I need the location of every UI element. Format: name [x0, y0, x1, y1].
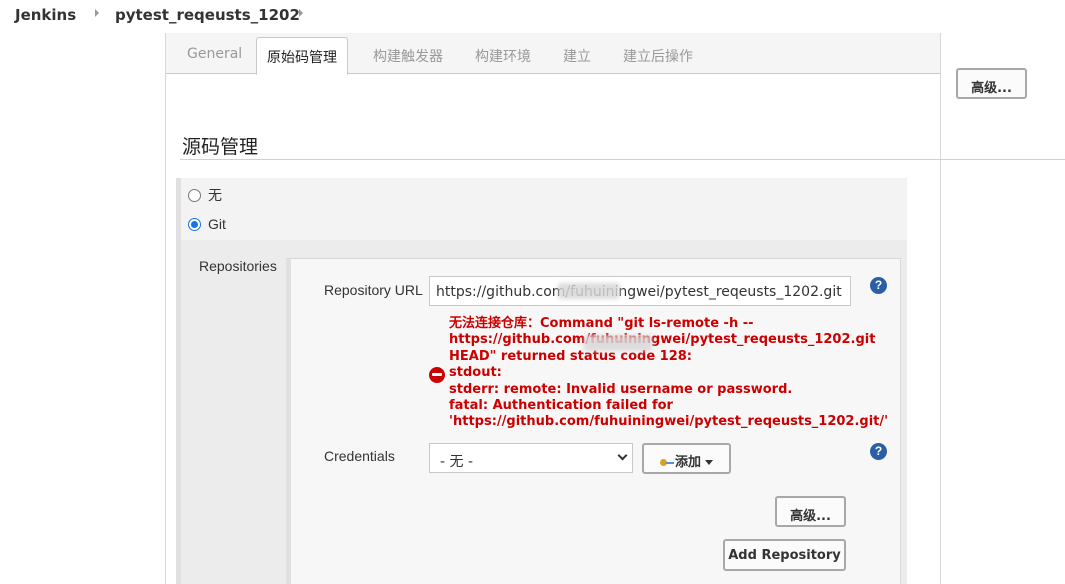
help-icon[interactable]: ? — [870, 277, 887, 294]
chevron-right-icon[interactable] — [95, 9, 99, 17]
section-divider — [180, 159, 1065, 160]
tab-build-triggers[interactable]: 构建触发器 — [373, 46, 443, 66]
scm-option-git-label: Git — [208, 216, 226, 232]
repository-error-message: 无法连接仓库：Command "git ls-remote -h -- http… — [449, 316, 889, 430]
scm-option-none[interactable]: 无 — [188, 185, 222, 205]
add-repository-button[interactable]: Add Repository — [723, 539, 846, 571]
tab-build-environment[interactable]: 构建环境 — [475, 46, 531, 66]
chevron-right-icon[interactable] — [299, 9, 303, 17]
breadcrumb: Jenkins pytest_reqeusts_1202 — [0, 0, 1065, 33]
tab-source-code-management[interactable]: 原始码管理 — [256, 37, 348, 75]
tab-post-build[interactable]: 建立后操作 — [623, 46, 693, 66]
scm-option-none-label: 无 — [208, 187, 222, 203]
scm-option-git[interactable]: Git — [188, 216, 226, 232]
credentials-selected-value: - 无 - — [440, 454, 474, 470]
section-title: 源码管理 — [182, 136, 259, 158]
credentials-label: Credentials — [324, 448, 395, 464]
repositories-label: Repositories — [199, 258, 277, 274]
advanced-repository-button[interactable]: 高级... — [775, 496, 846, 527]
redaction-blur — [558, 283, 620, 299]
repository-url-label: Repository URL — [324, 282, 423, 298]
key-icon — [659, 458, 674, 467]
help-icon[interactable]: ? — [870, 443, 887, 460]
radio-git[interactable] — [188, 217, 201, 231]
advanced-top-button[interactable]: 高级... — [956, 68, 1027, 99]
repository-url-input[interactable]: https://github.com/fuhuiningwei/pytest_r… — [429, 276, 851, 306]
tab-general[interactable]: General — [187, 46, 242, 62]
breadcrumb-jenkins[interactable]: Jenkins — [15, 6, 76, 24]
chevron-down-icon — [617, 450, 628, 461]
error-icon — [429, 367, 445, 383]
caret-down-icon — [705, 460, 713, 465]
tab-bar: General 原始码管理 构建触发器 构建环境 建立 建立后操作 — [166, 33, 940, 75]
credentials-select[interactable]: - 无 - — [429, 443, 633, 473]
breadcrumb-job[interactable]: pytest_reqeusts_1202 — [115, 6, 300, 24]
add-credentials-label: 添加 — [674, 455, 701, 470]
tab-build[interactable]: 建立 — [563, 46, 591, 66]
add-credentials-button[interactable]: 添加 — [642, 443, 731, 474]
radio-none[interactable] — [188, 188, 201, 202]
redaction-blur — [584, 335, 652, 351]
